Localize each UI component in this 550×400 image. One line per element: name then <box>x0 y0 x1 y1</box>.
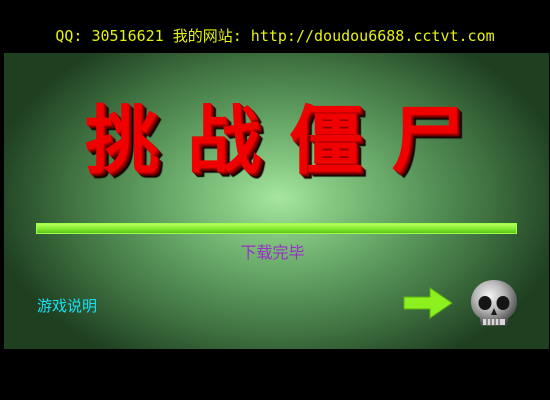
skull-icon[interactable] <box>467 277 521 331</box>
download-status: 下载完毕 <box>240 243 305 262</box>
progress-fill <box>37 224 516 233</box>
bottom-bar <box>0 350 550 400</box>
right-arrow-icon[interactable] <box>403 287 453 319</box>
help-button[interactable]: 游戏说明 <box>37 296 97 316</box>
progress-bar <box>36 223 517 234</box>
game-title: 挑战僵尸 <box>85 98 493 184</box>
contact-banner: QQ: 30516621 我的网站: http://doudou6688.cct… <box>55 27 495 45</box>
